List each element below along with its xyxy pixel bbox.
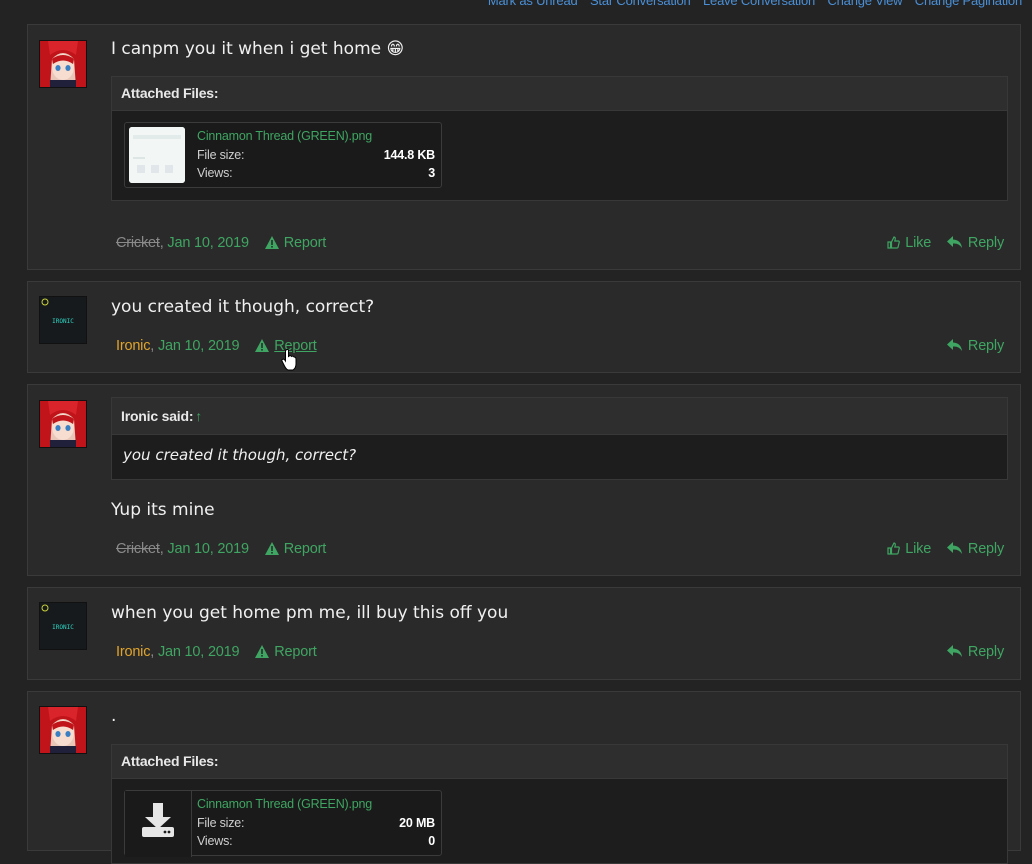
message-text: when you get home pm me, ill buy this of… (111, 603, 509, 623)
quote-header: Ironic said: ↑ (112, 398, 1007, 435)
leave-conversation-link[interactable]: Leave Conversation (703, 0, 815, 8)
attached-files-heading: Attached Files: (112, 745, 1007, 779)
message-date[interactable]: Jan 10, 2019 (158, 338, 240, 354)
like-button[interactable]: Like (887, 235, 931, 251)
reply-icon (946, 542, 962, 554)
mark-unread-link[interactable]: Mark as Unread (488, 0, 578, 8)
views-row: Views: 0 (197, 834, 435, 848)
message-meta: Ironic, Jan 10, 2019 Report (116, 644, 317, 660)
file-size-row: File size: 144.8 KB (197, 148, 435, 162)
message-2: IRONIC you created it though, correct? I… (27, 281, 1021, 373)
message-text: you created it though, correct? (111, 297, 375, 317)
warning-icon (255, 339, 270, 352)
views-value: 0 (428, 834, 435, 848)
quote-jump-arrow[interactable]: ↑ (195, 408, 202, 424)
file-size-label: File size: (197, 816, 245, 830)
attachment-file[interactable]: Cinnamon Thread (GREEN).png File size: 1… (124, 122, 442, 188)
reply-icon (946, 645, 962, 657)
attached-files: Attached Files: Cinnamon Thread (GREEN).… (111, 76, 1008, 201)
message-3: Ironic said: ↑ you created it though, cor… (27, 384, 1021, 576)
warning-icon (255, 645, 270, 658)
message-actions: Like Reply (875, 541, 1004, 557)
report-link[interactable]: Report (255, 644, 317, 660)
avatar[interactable]: IRONIC (39, 602, 87, 650)
file-size-label: File size: (197, 148, 245, 162)
svg-text:IRONIC: IRONIC (52, 624, 74, 631)
change-pagination-link[interactable]: Change Pagination (915, 0, 1022, 8)
author-name[interactable]: Ironic (116, 338, 150, 354)
message-meta: Cricket, Jan 10, 2019 Report (116, 541, 327, 557)
message-meta: Cricket, Jan 10, 2019 Report (116, 235, 327, 251)
message-actions: Like Reply (875, 235, 1004, 251)
warning-icon (264, 542, 279, 555)
file-size-value: 144.8 KB (383, 148, 435, 162)
message-4: IRONIC when you get home pm me, ill buy … (27, 587, 1021, 680)
reply-button[interactable]: Reply (946, 644, 1004, 660)
message-date[interactable]: Jan 10, 2019 (167, 235, 249, 251)
message-date[interactable]: Jan 10, 2019 (158, 644, 240, 660)
reply-icon (946, 236, 962, 248)
avatar[interactable] (39, 40, 87, 88)
attachment-filename[interactable]: Cinnamon Thread (GREEN).png (197, 797, 372, 811)
hand-cursor-icon (281, 349, 297, 371)
message-date[interactable]: Jan 10, 2019 (167, 541, 249, 557)
attached-files: Attached Files: Cinnamon Thread (GREEN).… (111, 744, 1008, 864)
thumbs-up-icon (887, 542, 901, 555)
file-size-row: File size: 20 MB (197, 816, 435, 830)
quote-author: Ironic said: (121, 408, 194, 424)
attachment-file[interactable]: Cinnamon Thread (GREEN).png File size: 2… (124, 790, 442, 857)
thumbs-up-icon (887, 236, 901, 249)
reply-button[interactable]: Reply (946, 338, 1004, 354)
conversation-toolbar: Mark as Unread Star Conversation Leave C… (479, 0, 1022, 8)
report-link[interactable]: Report (264, 235, 326, 251)
reply-button[interactable]: Reply (946, 541, 1004, 557)
report-link[interactable]: Report (264, 541, 326, 557)
message-text: I canpm you it when i get home 😁 (111, 39, 405, 59)
author-name[interactable]: Cricket (116, 235, 160, 251)
like-button[interactable]: Like (887, 541, 931, 557)
download-icon (142, 803, 174, 837)
attached-files-heading: Attached Files: (112, 77, 1007, 111)
attachment-download[interactable] (125, 791, 192, 857)
quote-block: Ironic said: ↑ you created it though, cor… (111, 397, 1008, 480)
message-text: . (111, 706, 117, 726)
reply-button[interactable]: Reply (946, 235, 1004, 251)
warning-icon (264, 236, 279, 249)
attachment-filename[interactable]: Cinnamon Thread (GREEN).png (197, 129, 372, 143)
avatar[interactable] (39, 706, 87, 754)
message-1: I canpm you it when i get home 😁 Attache… (27, 24, 1021, 270)
message-actions: Reply (935, 338, 1004, 354)
svg-text:IRONIC: IRONIC (52, 318, 74, 325)
change-view-link[interactable]: Change View (827, 0, 902, 8)
views-label: Views: (197, 834, 233, 848)
avatar[interactable] (39, 400, 87, 448)
avatar[interactable]: IRONIC (39, 296, 87, 344)
views-label: Views: (197, 166, 233, 180)
quote-text: you created it though, correct? (123, 446, 357, 464)
views-row: Views: 3 (197, 166, 435, 180)
message-text: Yup its mine (111, 500, 215, 520)
author-name[interactable]: Cricket (116, 541, 160, 557)
reply-icon (946, 339, 962, 351)
file-size-value: 20 MB (399, 816, 435, 830)
message-5: . Attached Files: Cinnamon Thread (GREEN… (27, 691, 1021, 864)
attachment-thumbnail[interactable] (129, 127, 185, 183)
message-actions: Reply (935, 644, 1004, 660)
author-name[interactable]: Ironic (116, 644, 150, 660)
star-conversation-link[interactable]: Star Conversation (590, 0, 691, 8)
views-value: 3 (428, 166, 435, 180)
